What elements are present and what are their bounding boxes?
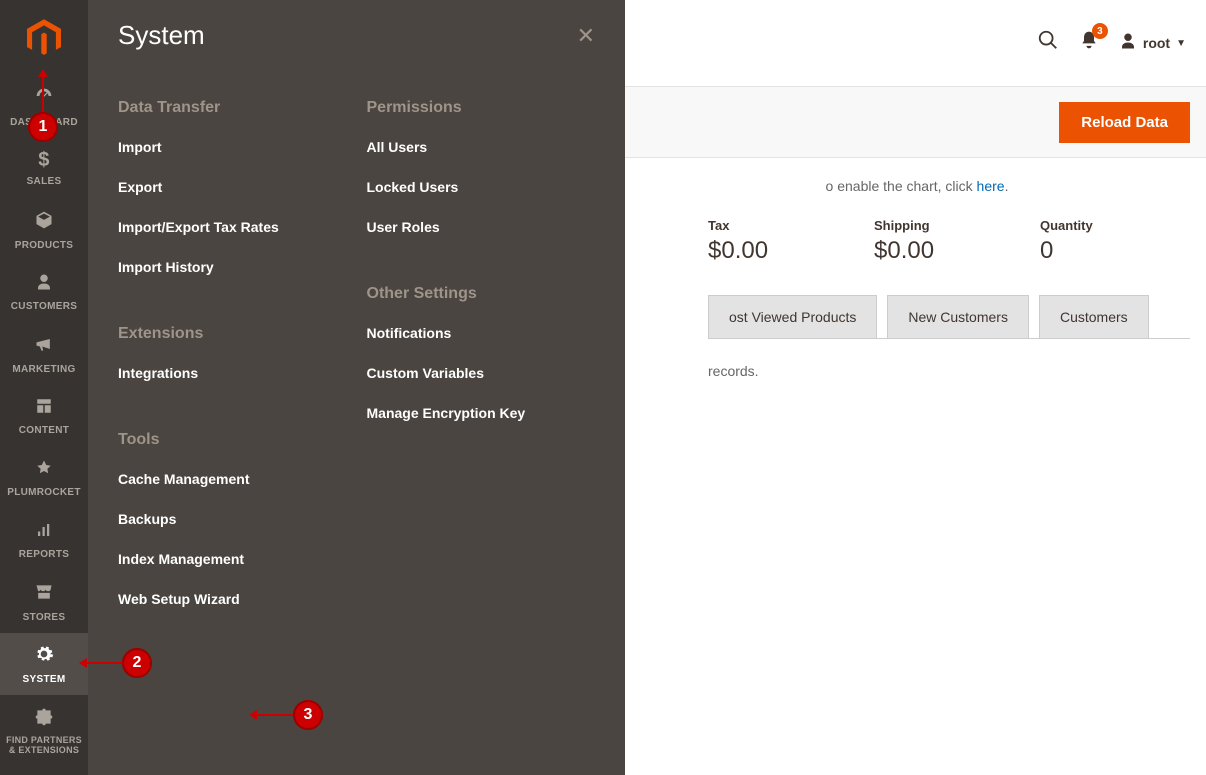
menu-index[interactable]: Index Management [118, 551, 347, 567]
dollar-icon: $ [38, 149, 49, 172]
bars-icon [35, 521, 53, 545]
menu-locked-users[interactable]: Locked Users [367, 179, 596, 195]
annotation-1: 1 [28, 112, 58, 142]
stat-tax: Tax $0.00 [708, 218, 874, 265]
sidebar-label: PLUMROCKET [7, 487, 81, 498]
annotation-1-arrow [42, 72, 44, 114]
search-icon[interactable] [1037, 29, 1059, 57]
annotation-3: 3 [293, 700, 323, 730]
menu-custom-vars[interactable]: Custom Variables [367, 365, 596, 381]
system-flyout-panel: System ✕ Data Transfer Import Export Imp… [88, 0, 625, 775]
menu-import-history[interactable]: Import History [118, 259, 347, 275]
gear-icon [34, 644, 54, 670]
sidebar-item-marketing[interactable]: MARKETING [0, 323, 88, 385]
sidebar-item-content[interactable]: CONTENT [0, 385, 88, 447]
sidebar-label: MARKETING [12, 364, 75, 375]
menu-user-roles[interactable]: User Roles [367, 219, 596, 235]
stat-shipping: Shipping $0.00 [874, 218, 1040, 265]
annotation-2-arrow [82, 662, 124, 664]
reload-data-button[interactable]: Reload Data [1059, 102, 1190, 143]
menu-integrations[interactable]: Integrations [118, 365, 347, 381]
sidebar-item-partners[interactable]: FIND PARTNERS & EXTENSIONS [0, 695, 88, 767]
sidebar-label: STORES [23, 612, 66, 623]
annotation-2: 2 [122, 648, 152, 678]
sidebar-label: CONTENT [19, 425, 69, 436]
section-extensions: Extensions [118, 325, 347, 343]
notification-badge: 3 [1092, 23, 1108, 39]
person-icon [35, 273, 53, 297]
stats-row: Tax $0.00 Shipping $0.00 Quantity 0 [708, 194, 1206, 295]
annotation-3-arrow [252, 714, 294, 716]
sidebar-label: FIND PARTNERS & EXTENSIONS [4, 736, 84, 756]
sidebar-item-plumrocket[interactable]: PLUMROCKET [0, 447, 88, 509]
menu-import[interactable]: Import [118, 139, 347, 155]
gauge-icon [33, 85, 55, 113]
menu-tax-rates[interactable]: Import/Export Tax Rates [118, 219, 347, 235]
sidebar-item-customers[interactable]: CUSTOMERS [0, 261, 88, 323]
megaphone-icon [34, 334, 54, 360]
sidebar-label: REPORTS [19, 549, 69, 560]
sidebar-item-reports[interactable]: REPORTS [0, 509, 88, 571]
menu-all-users[interactable]: All Users [367, 139, 596, 155]
menu-export[interactable]: Export [118, 179, 347, 195]
records-message: records. [708, 339, 1206, 403]
tab-customers[interactable]: Customers [1039, 295, 1149, 339]
sidebar-label: SALES [27, 176, 62, 187]
menu-notifications[interactable]: Notifications [367, 325, 596, 341]
box-icon [34, 210, 54, 236]
flyout-title: System [118, 20, 205, 51]
menu-encryption[interactable]: Manage Encryption Key [367, 405, 596, 421]
magento-logo-icon [27, 19, 61, 57]
username: root [1143, 35, 1170, 51]
tab-most-viewed[interactable]: ost Viewed Products [708, 295, 877, 339]
sidebar-label: CUSTOMERS [11, 301, 77, 312]
section-tools: Tools [118, 431, 347, 449]
menu-cache[interactable]: Cache Management [118, 471, 347, 487]
chart-enable-message: o enable the chart, click here. [628, 158, 1206, 194]
sidebar-item-products[interactable]: PRODUCTS [0, 199, 88, 261]
menu-web-setup[interactable]: Web Setup Wizard [118, 591, 347, 607]
sidebar-label: SYSTEM [23, 674, 66, 685]
user-menu[interactable]: root ▼ [1119, 32, 1186, 55]
section-data-transfer: Data Transfer [118, 99, 347, 117]
caret-down-icon: ▼ [1176, 38, 1186, 49]
sidebar-label: PRODUCTS [15, 240, 74, 251]
plumrocket-icon [35, 459, 53, 483]
sidebar-item-sales[interactable]: $ SALES [0, 137, 88, 199]
layout-icon [35, 397, 53, 421]
section-permissions: Permissions [367, 99, 596, 117]
menu-backups[interactable]: Backups [118, 511, 347, 527]
tabs-row: ost Viewed Products New Customers Custom… [708, 295, 1206, 339]
notifications-icon[interactable]: 3 [1079, 30, 1099, 56]
sidebar-item-stores[interactable]: STORES [0, 571, 88, 633]
puzzle-icon [34, 707, 54, 732]
chart-enable-link[interactable]: here [977, 178, 1005, 194]
tab-new-customers[interactable]: New Customers [887, 295, 1029, 339]
stat-quantity: Quantity 0 [1040, 218, 1206, 265]
close-icon[interactable]: ✕ [577, 23, 595, 49]
avatar-icon [1119, 32, 1137, 55]
storefront-icon [34, 582, 54, 608]
section-other: Other Settings [367, 285, 596, 303]
